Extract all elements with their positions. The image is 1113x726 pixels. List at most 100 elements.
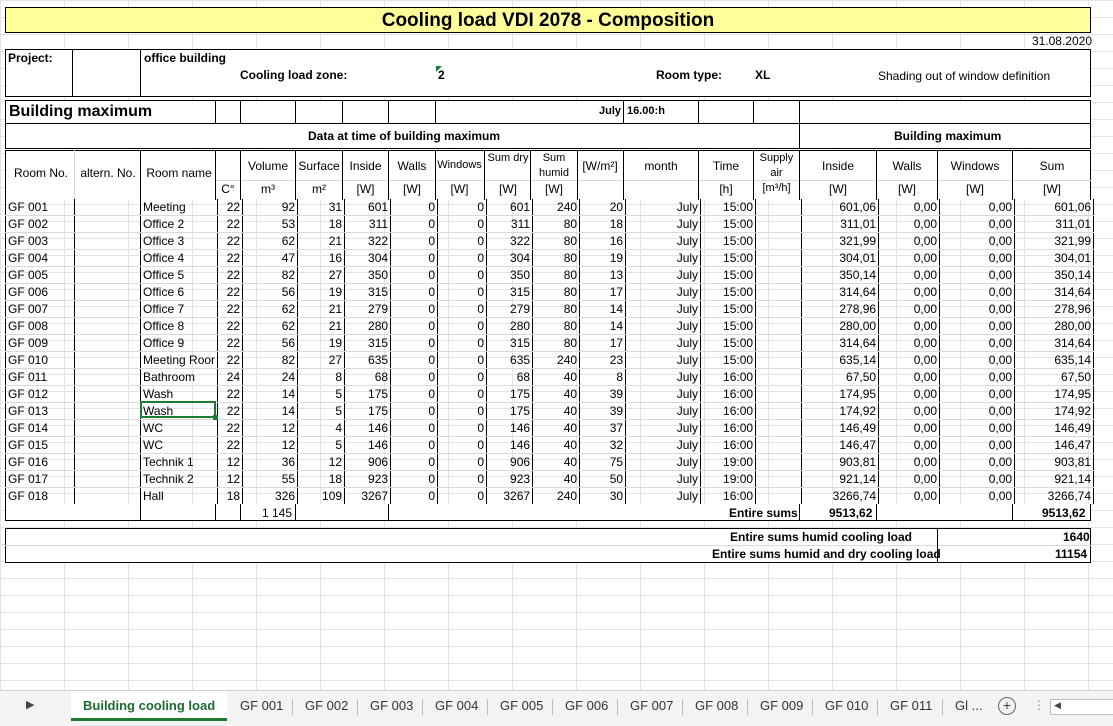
cell-time[interactable]: 15:00 [700, 266, 757, 284]
cell-bm-windows[interactable]: 0,00 [939, 487, 1016, 505]
cell-room-name[interactable]: Office 8 [140, 317, 219, 335]
table-row[interactable]: GF 015 WC 22 12 5 146 0 0 146 40 32 July 16:00 146,47… [5, 436, 1095, 454]
header-bm-windows[interactable]: Windows [938, 159, 1012, 173]
cell-w-per-m2[interactable]: 14 [579, 300, 627, 318]
cell-sum-humid[interactable]: 80 [532, 334, 581, 352]
cell-time[interactable]: 16:00 [700, 385, 757, 403]
cell-sum-dry[interactable]: 280 [486, 317, 534, 335]
header-supply-air[interactable]: Supply air [754, 151, 799, 181]
cell-surface[interactable]: 21 [297, 300, 346, 318]
cell-room-name[interactable]: Office 9 [140, 334, 219, 352]
cell-time[interactable]: 15:00 [700, 317, 757, 335]
cell-inside[interactable]: 315 [344, 334, 392, 352]
cell-inside[interactable]: 175 [344, 402, 392, 420]
table-row[interactable]: GF 008 Office 8 22 62 21 280 0 0 280 80 14 July 15:0… [5, 317, 1095, 335]
cell-sum-humid[interactable]: 240 [532, 199, 581, 216]
header-bm-inside-unit[interactable]: [W] [800, 182, 876, 196]
cell-temperature[interactable]: 12 [217, 453, 244, 471]
cell-walls[interactable]: 0 [390, 402, 439, 420]
cell-bm-sum[interactable]: 3266,74 [1014, 487, 1095, 505]
cell-bm-sum[interactable]: 304,01 [1014, 249, 1095, 267]
cell-inside[interactable]: 146 [344, 419, 392, 437]
cell-supply-air[interactable] [755, 385, 803, 403]
tab-more[interactable]: Gl ... [943, 691, 994, 721]
cell-bm-walls[interactable]: 0,00 [878, 402, 941, 420]
cell-bm-inside[interactable]: 321,99 [801, 232, 880, 250]
cell-bm-walls[interactable]: 0,00 [878, 317, 941, 335]
cell-surface[interactable]: 19 [297, 283, 346, 301]
scroll-left-icon[interactable]: ◀ [1054, 700, 1061, 711]
cell-bm-sum[interactable]: 921,14 [1014, 470, 1095, 488]
cell-temperature[interactable]: 22 [217, 334, 244, 352]
cell-surface[interactable]: 27 [297, 266, 346, 284]
cell-windows[interactable]: 0 [437, 351, 488, 369]
cell-bm-inside[interactable]: 280,00 [801, 317, 880, 335]
cell-supply-air[interactable] [755, 317, 803, 335]
table-row[interactable]: GF 003 Office 3 22 62 21 322 0 0 322 80 16 July 15:0… [5, 232, 1095, 250]
more-options-icon[interactable]: ⋮ [1033, 698, 1045, 712]
cell-bm-walls[interactable]: 0,00 [878, 215, 941, 233]
cell-room-no[interactable]: GF 013 [5, 402, 75, 420]
cell-temperature[interactable]: 22 [217, 419, 244, 437]
cell-w-per-m2[interactable]: 19 [579, 249, 627, 267]
cell-windows[interactable]: 0 [437, 453, 488, 471]
cell-bm-sum[interactable]: 314,64 [1014, 283, 1095, 301]
cell-sum-dry[interactable]: 923 [486, 470, 534, 488]
cell-bm-windows[interactable]: 0,00 [939, 300, 1016, 318]
cell-volume[interactable]: 62 [242, 232, 299, 250]
cell-bm-inside[interactable]: 278,96 [801, 300, 880, 318]
cell-w-per-m2[interactable]: 39 [579, 402, 627, 420]
cell-sum-dry[interactable]: 635 [486, 351, 534, 369]
header-time[interactable]: Time [699, 159, 753, 173]
header-volume[interactable]: Volume [241, 159, 295, 173]
cell-temperature[interactable]: 22 [217, 317, 244, 335]
cell-time[interactable]: 15:00 [700, 199, 757, 216]
cell-altern-no[interactable] [74, 249, 141, 267]
selected-cell[interactable] [140, 401, 216, 418]
cell-windows[interactable]: 0 [437, 283, 488, 301]
cell-inside[interactable]: 175 [344, 385, 392, 403]
cell-walls[interactable]: 0 [390, 266, 439, 284]
cell-time[interactable]: 15:00 [700, 232, 757, 250]
cell-volume[interactable]: 62 [242, 317, 299, 335]
cell-walls[interactable]: 0 [390, 283, 439, 301]
cell-windows[interactable]: 0 [437, 368, 488, 386]
table-row[interactable]: GF 001 Meeting 22 92 31 601 0 0 601 240 20 July 15:0… [5, 199, 1095, 216]
scroll-tabs-right-icon[interactable]: ▶ [26, 698, 34, 711]
tab-building-cooling-load[interactable]: Building cooling load [71, 691, 228, 721]
cell-room-no[interactable]: GF 011 [5, 368, 75, 386]
cell-bm-sum[interactable]: 174,95 [1014, 385, 1095, 403]
cell-sum-humid[interactable]: 80 [532, 215, 581, 233]
cell-sum-humid[interactable]: 40 [532, 385, 581, 403]
cell-room-no[interactable]: GF 012 [5, 385, 75, 403]
cell-w-per-m2[interactable]: 18 [579, 215, 627, 233]
header-temp-unit[interactable]: C° [217, 182, 239, 196]
cell-temperature[interactable]: 22 [217, 436, 244, 454]
cell-volume[interactable]: 12 [242, 419, 299, 437]
header-volume-unit[interactable]: m³ [241, 182, 295, 196]
cell-bm-inside[interactable]: 314,64 [801, 283, 880, 301]
header-w-per-m2[interactable]: [W/m²] [578, 159, 622, 173]
cell-bm-windows[interactable]: 0,00 [939, 317, 1016, 335]
cell-bm-windows[interactable]: 0,00 [939, 351, 1016, 369]
header-bm-walls-unit[interactable]: [W] [877, 182, 937, 196]
cell-bm-sum[interactable]: 350,14 [1014, 266, 1095, 284]
cell-sum-dry[interactable]: 315 [486, 283, 534, 301]
cell-room-no[interactable]: GF 007 [5, 300, 75, 318]
header-month[interactable]: month [624, 159, 698, 173]
table-row[interactable]: GF 006 Office 6 22 56 19 315 0 0 315 80 17 July 15:0… [5, 283, 1095, 301]
cell-temperature[interactable]: 22 [217, 351, 244, 369]
cell-temperature[interactable]: 22 [217, 199, 244, 216]
cell-inside[interactable]: 350 [344, 266, 392, 284]
cell-time[interactable]: 15:00 [700, 334, 757, 352]
cell-inside[interactable]: 279 [344, 300, 392, 318]
cell-walls[interactable]: 0 [390, 436, 439, 454]
cell-surface[interactable]: 31 [297, 199, 346, 216]
cell-w-per-m2[interactable]: 32 [579, 436, 627, 454]
cell-surface[interactable]: 21 [297, 232, 346, 250]
header-windows[interactable]: Windows [436, 159, 483, 171]
cell-windows[interactable]: 0 [437, 199, 488, 216]
cell-month[interactable]: July [625, 300, 702, 318]
cell-w-per-m2[interactable]: 75 [579, 453, 627, 471]
cell-bm-walls[interactable]: 0,00 [878, 199, 941, 216]
